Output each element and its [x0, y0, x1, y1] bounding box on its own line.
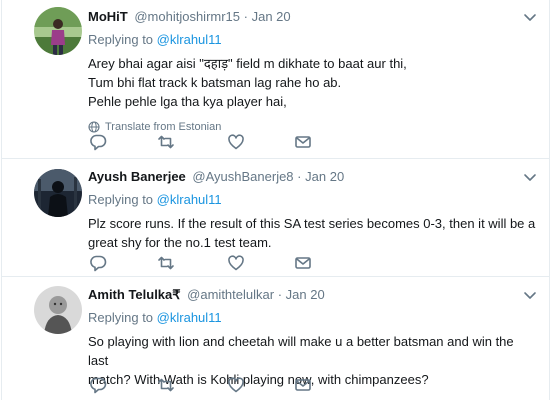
globe-icon: [88, 121, 100, 133]
tweet-header: Amith Telulka₹ @amithtelulkar · Jan 20: [88, 286, 537, 304]
user-handle[interactable]: @AyushBanerje8: [192, 169, 293, 184]
separator: ·: [277, 287, 283, 302]
replying-to: Replying to @klrahul11: [88, 31, 537, 49]
avatar[interactable]: [34, 169, 82, 217]
display-name[interactable]: Amith Telulka₹: [88, 287, 181, 302]
retweet-icon[interactable]: [157, 254, 175, 272]
heart-icon[interactable]: [227, 133, 245, 151]
user-handle[interactable]: @mohitjoshirmr15: [134, 9, 240, 24]
reply-icon[interactable]: [89, 376, 107, 394]
replying-to-label: Replying to: [88, 310, 154, 325]
tweet-content: Amith Telulka₹ @amithtelulkar · Jan 20 R…: [88, 286, 537, 389]
tweet-text-line: Arey bhai agar aisi "दहाड़" field m dikh…: [88, 56, 407, 71]
avatar[interactable]: [34, 286, 82, 334]
retweet-icon[interactable]: [157, 376, 175, 394]
separator: ·: [243, 9, 248, 24]
mention-link[interactable]: @klrahul11: [157, 310, 222, 325]
chevron-down-icon[interactable]: [521, 168, 539, 186]
chevron-down-icon[interactable]: [521, 8, 539, 26]
mention-link[interactable]: @klrahul11: [157, 32, 222, 47]
timestamp[interactable]: Jan 20: [286, 287, 325, 302]
replying-to: Replying to @klrahul11: [88, 309, 537, 327]
mention-link[interactable]: @klrahul11: [157, 192, 222, 207]
avatar[interactable]: [34, 7, 82, 55]
tweet-text-line: Tum bhi flat track k batsman lag rahe ho…: [88, 75, 342, 90]
tweet[interactable]: Amith Telulka₹ @amithtelulkar · Jan 20 R…: [2, 277, 549, 400]
reply-icon[interactable]: [89, 254, 107, 272]
tweet[interactable]: Ayush Banerjee @AyushBanerje8 · Jan 20 R…: [2, 159, 549, 277]
tweet-text: Arey bhai agar aisi "दहाड़" field m dikh…: [88, 54, 537, 111]
direct-message-icon[interactable]: [294, 376, 312, 394]
separator: ·: [297, 169, 302, 184]
timestamp[interactable]: Jan 20: [252, 9, 291, 24]
tweet-text-line: So playing with lion and cheetah will ma…: [88, 334, 514, 368]
timeline: MoHiT @mohitjoshirmr15 · Jan 20 Replying…: [1, 0, 550, 400]
replying-to-label: Replying to: [88, 32, 154, 47]
display-name[interactable]: Ayush Banerjee: [88, 169, 186, 184]
display-name[interactable]: MoHiT: [88, 9, 128, 24]
replying-to: Replying to @klrahul11: [88, 191, 537, 209]
tweet-header: MoHiT @mohitjoshirmr15 · Jan 20: [88, 8, 537, 26]
replying-to-label: Replying to: [88, 192, 154, 207]
tweet[interactable]: MoHiT @mohitjoshirmr15 · Jan 20 Replying…: [2, 0, 549, 159]
tweet-text: So playing with lion and cheetah will ma…: [88, 332, 537, 389]
heart-icon[interactable]: [227, 376, 245, 394]
tweet-text: Plz score runs. If the result of this SA…: [88, 214, 537, 252]
reply-icon[interactable]: [89, 133, 107, 151]
tweet-text-line: great shy for the no.1 test team.: [88, 235, 272, 250]
tweet-text-line: match? With Wath is Kohli playing now, w…: [88, 372, 429, 387]
direct-message-icon[interactable]: [294, 133, 312, 151]
tweet-text-line: Pehle pehle lga tha kya player hai,: [88, 94, 287, 109]
tweet-header: Ayush Banerjee @AyushBanerje8 · Jan 20: [88, 168, 537, 186]
direct-message-icon[interactable]: [294, 254, 312, 272]
tweet-content: Ayush Banerjee @AyushBanerje8 · Jan 20 R…: [88, 168, 537, 252]
retweet-icon[interactable]: [157, 133, 175, 151]
chevron-down-icon[interactable]: [521, 286, 539, 304]
translate-label[interactable]: Translate from Estonian: [105, 120, 221, 134]
timestamp[interactable]: Jan 20: [305, 169, 344, 184]
heart-icon[interactable]: [227, 254, 245, 272]
tweet-content: MoHiT @mohitjoshirmr15 · Jan 20 Replying…: [88, 8, 537, 134]
translate-link[interactable]: Translate from Estonian: [88, 120, 537, 134]
tweet-text-line: Plz score runs. If the result of this SA…: [88, 216, 536, 231]
user-handle[interactable]: @amithtelulkar: [187, 287, 274, 302]
